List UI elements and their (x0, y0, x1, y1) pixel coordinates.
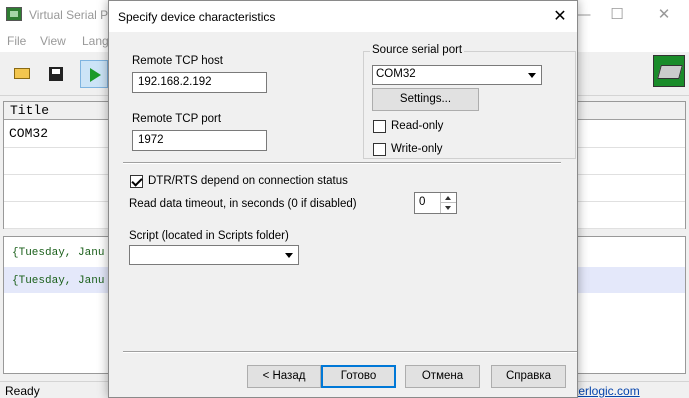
source-serial-port-caption: Source serial port (370, 44, 465, 56)
back-button[interactable]: < Назад (247, 365, 321, 388)
timeout-value[interactable]: 0 (419, 196, 425, 208)
menu-file[interactable]: File (7, 34, 26, 48)
main-window-title: Virtual Serial Po (29, 8, 115, 22)
dtr-rts-checkbox[interactable] (130, 175, 143, 188)
source-port-select[interactable]: COM32 (372, 65, 542, 85)
save-icon[interactable] (42, 60, 70, 88)
remote-host-input[interactable]: 192.168.2.192 (132, 72, 267, 93)
dialog-close-icon[interactable]: ✕ (549, 6, 571, 28)
dialog-title-bar: Specify device characteristics ✕ (109, 1, 577, 32)
finish-button[interactable]: Готово (321, 365, 396, 388)
device-characteristics-dialog: Specify device characteristics ✕ Remote … (108, 0, 578, 398)
dialog-title: Specify device characteristics (118, 10, 276, 24)
read-only-checkbox[interactable] (373, 120, 386, 133)
start-icon[interactable] (80, 60, 108, 88)
help-button[interactable]: Справка (491, 365, 566, 388)
app-icon (6, 7, 22, 21)
close-icon[interactable]: ✕ (649, 4, 679, 26)
source-port-value: COM32 (376, 68, 416, 80)
chevron-down-icon[interactable] (281, 247, 297, 263)
read-only-label[interactable]: Read-only (391, 120, 443, 132)
maximize-icon[interactable]: ☐ (602, 4, 632, 26)
cancel-button[interactable]: Отмена (405, 365, 480, 388)
settings-button[interactable]: Settings... (372, 88, 479, 111)
open-folder-icon[interactable] (8, 60, 36, 88)
remote-port-input[interactable]: 1972 (132, 130, 267, 151)
spinner-buttons (440, 193, 456, 213)
script-select[interactable] (129, 245, 299, 265)
write-only-label[interactable]: Write-only (391, 143, 443, 155)
menu-view[interactable]: View (40, 34, 66, 48)
spin-down-icon[interactable] (441, 203, 456, 213)
timeout-spinner[interactable]: 0 (414, 192, 457, 214)
script-label: Script (located in Scripts folder) (129, 230, 289, 242)
dtr-rts-label[interactable]: DTR/RTS depend on connection status (148, 175, 348, 187)
divider (123, 351, 577, 353)
write-only-checkbox[interactable] (373, 143, 386, 156)
remote-port-label: Remote TCP port (132, 113, 222, 125)
network-port-icon[interactable] (653, 55, 685, 87)
spin-up-icon[interactable] (441, 193, 456, 203)
website-link[interactable]: terlogic.com (575, 384, 640, 398)
remote-host-label: Remote TCP host (132, 55, 223, 67)
status-text: Ready (5, 384, 40, 398)
divider (123, 162, 561, 164)
chevron-down-icon[interactable] (524, 67, 540, 83)
timeout-label: Read data timeout, in seconds (0 if disa… (129, 198, 357, 210)
source-serial-port-group: Source serial port COM32 Settings... Rea… (363, 44, 576, 159)
